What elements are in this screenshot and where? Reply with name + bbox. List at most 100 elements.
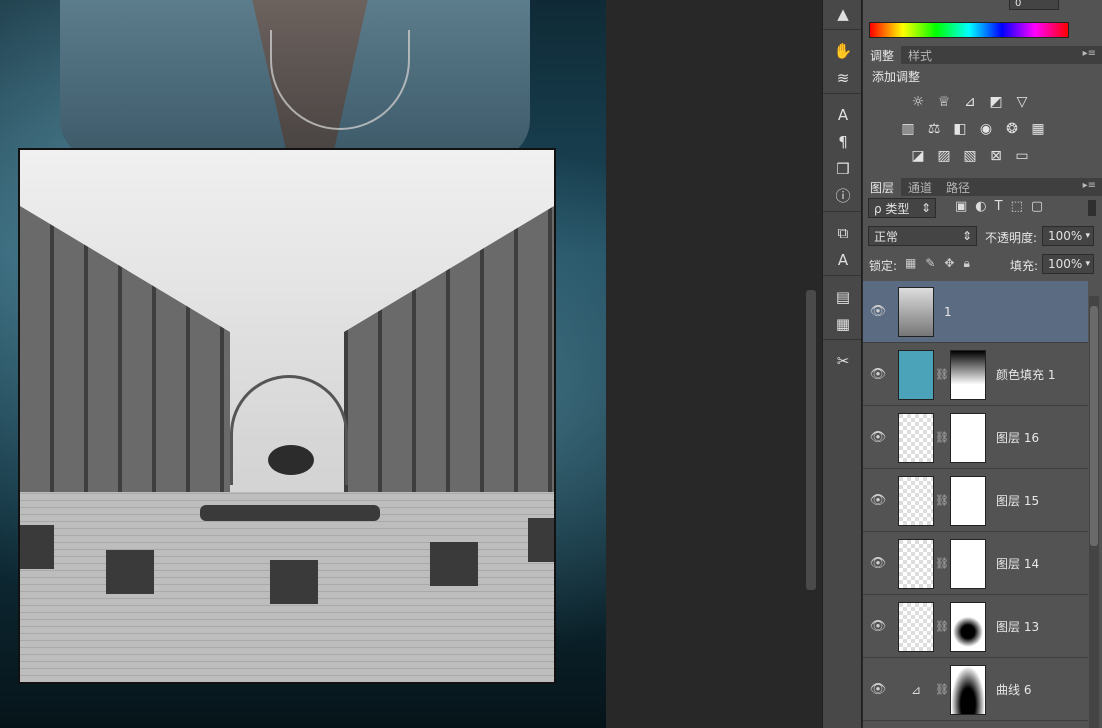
- layer-name: 图层 14: [996, 557, 1040, 571]
- opacity-label: 不透明度:: [985, 231, 1038, 245]
- layer-filter-label: ρ 类型: [874, 201, 910, 216]
- posterize-icon[interactable]: ▨: [934, 146, 954, 166]
- layer-row[interactable]: 👁︎ ⊿ ⛓︎ 曲线 6: [863, 659, 1088, 721]
- layer-mask-thumbnail: [950, 538, 986, 589]
- visibility-eye-icon[interactable]: 👁︎: [863, 367, 893, 382]
- lock-icons: ▦ ✎ ✥ 🔒︎: [905, 256, 970, 271]
- layers-scrollbar[interactable]: [1089, 296, 1099, 728]
- curves-icon[interactable]: ⊿: [960, 92, 980, 112]
- adjust-row-2: ▥ ⚖ ◧ ◉ ❂ ▦: [898, 119, 1048, 139]
- layer-name: 图层 13: [996, 620, 1040, 634]
- planter: [200, 505, 380, 521]
- adjust-row-3: ◪ ▨ ▧ ⊠ ▭: [908, 146, 1032, 166]
- blend-mode-value: 正常: [874, 229, 899, 244]
- visibility-eye-icon[interactable]: 👁︎: [863, 619, 893, 634]
- link-chain-icon: ⛓︎: [935, 557, 949, 570]
- stone-cube: [270, 560, 318, 604]
- color-balance-icon[interactable]: ⚖: [924, 119, 944, 139]
- layer-name: 图层 15: [996, 494, 1040, 508]
- opacity-field[interactable]: 100% ▾: [1042, 226, 1094, 246]
- filter-shape-icon[interactable]: ⬚: [1011, 199, 1023, 214]
- fill-value: 100%: [1048, 257, 1083, 271]
- tab-styles[interactable]: 样式: [901, 46, 939, 64]
- info-icon[interactable]: ⓘ: [823, 182, 863, 209]
- character-style-icon[interactable]: A: [823, 246, 863, 273]
- lock-move-icon[interactable]: ✥: [944, 256, 954, 271]
- channel-mixer-icon[interactable]: ❂: [1002, 119, 1022, 139]
- filter-adjust-icon[interactable]: ◐: [975, 199, 986, 214]
- tab-channels[interactable]: 通道: [901, 178, 939, 196]
- fill-field[interactable]: 100% ▾: [1042, 254, 1094, 274]
- color-spectrum[interactable]: [869, 22, 1069, 38]
- fill-label: 填充:: [1010, 259, 1039, 273]
- character-icon[interactable]: A: [823, 101, 863, 128]
- paragraph-style-icon[interactable]: ▦: [823, 310, 863, 337]
- clone-source-icon[interactable]: ⧉: [823, 219, 863, 246]
- lock-transparent-icon[interactable]: ▦: [905, 256, 916, 271]
- hue-saturation-icon[interactable]: ▥: [898, 119, 918, 139]
- layer-name: 曲线 6: [996, 683, 1032, 697]
- layer-mask-thumbnail: [950, 664, 986, 715]
- tab-adjustments[interactable]: 调整: [863, 46, 902, 64]
- tab-paths[interactable]: 路径: [939, 178, 977, 196]
- photo-filter-icon[interactable]: ◉: [976, 119, 996, 139]
- visibility-eye-icon[interactable]: 👁︎: [863, 430, 893, 445]
- 3d-icon[interactable]: ❒: [823, 155, 863, 182]
- brightness-icon[interactable]: ☼: [908, 92, 928, 112]
- brush-preset-icon[interactable]: ✋: [823, 37, 863, 64]
- layer-row[interactable]: 👁︎ ⛓︎ 图层 14: [863, 533, 1088, 595]
- histogram-icon[interactable]: ▲: [823, 0, 863, 27]
- levels-icon[interactable]: ♕: [934, 92, 954, 112]
- black-white-icon[interactable]: ◧: [950, 119, 970, 139]
- visibility-eye-icon[interactable]: 👁︎: [863, 304, 893, 319]
- layer-filter-select[interactable]: ρ 类型 ⇕: [868, 198, 936, 218]
- tool-presets-icon[interactable]: ✂: [823, 347, 863, 374]
- brush-settings-icon[interactable]: ≋: [823, 64, 863, 91]
- building-right: [344, 206, 554, 530]
- filter-smart-icon[interactable]: ▢: [1031, 199, 1043, 214]
- blend-mode-select[interactable]: 正常 ⇕: [868, 226, 977, 246]
- threshold-icon[interactable]: ▧: [960, 146, 980, 166]
- filter-toggle[interactable]: [1088, 200, 1096, 216]
- visibility-eye-icon[interactable]: 👁︎: [863, 682, 893, 697]
- visibility-eye-icon[interactable]: 👁︎: [863, 556, 893, 571]
- visibility-eye-icon[interactable]: 👁︎: [863, 493, 893, 508]
- layer-row[interactable]: 👁︎ ⛓︎ 图层 16: [863, 407, 1088, 469]
- layer-row[interactable]: 👁︎ ⛓︎ 颜色填充 1: [863, 344, 1088, 406]
- layer-name: 1: [944, 304, 952, 319]
- layers-tabbar: 图层 通道 路径 ▸≡: [863, 178, 1102, 196]
- stone-cube: [20, 525, 54, 569]
- lock-paint-icon[interactable]: ✎: [925, 256, 935, 271]
- link-chain-icon: ⛓︎: [935, 494, 949, 507]
- adjust-tabbar: 调整 样式 ▸≡: [863, 46, 1102, 64]
- color-lookup-icon[interactable]: ▦: [1028, 119, 1048, 139]
- link-chain-icon: ⛓︎: [935, 620, 949, 633]
- layers-scroll-thumb[interactable]: [1090, 306, 1098, 546]
- selective-color-icon[interactable]: ⊠: [986, 146, 1006, 166]
- lock-label: 锁定:: [869, 259, 898, 273]
- vibrance-icon[interactable]: ▽: [1012, 92, 1032, 112]
- adjust-row-1: ☼ ♕ ⊿ ◩ ▽: [908, 92, 1032, 112]
- tab-layers[interactable]: 图层: [863, 178, 902, 196]
- notes-icon[interactable]: ▤: [823, 283, 863, 310]
- document-canvas[interactable]: [0, 0, 606, 728]
- canvas-scrollbar[interactable]: [806, 290, 816, 590]
- link-chain-icon: ⛓︎: [935, 431, 949, 444]
- filter-type-icon[interactable]: T: [995, 199, 1003, 214]
- exposure-icon[interactable]: ◩: [986, 92, 1006, 112]
- filter-pixel-icon[interactable]: ▣: [955, 199, 967, 214]
- layer-name: 图层 16: [996, 431, 1040, 445]
- lock-all-icon[interactable]: 🔒︎: [963, 256, 969, 271]
- color-value-field[interactable]: 0: [1009, 0, 1059, 10]
- panel-menu-icon[interactable]: ▸≡: [1083, 48, 1096, 59]
- layer-thumbnail: [898, 538, 934, 589]
- layer-row[interactable]: 👁︎ 1: [863, 281, 1088, 343]
- panel-menu-icon[interactable]: ▸≡: [1083, 180, 1096, 191]
- layer-thumbnail: [898, 475, 934, 526]
- invert-icon[interactable]: ◪: [908, 146, 928, 166]
- layer-row[interactable]: 👁︎ ⛓︎ 图层 15: [863, 470, 1088, 532]
- tree: [268, 445, 314, 475]
- layer-row[interactable]: 👁︎ ⛓︎ 图层 13: [863, 596, 1088, 658]
- gradient-map-icon[interactable]: ▭: [1012, 146, 1032, 166]
- paragraph-icon[interactable]: ¶: [823, 128, 863, 155]
